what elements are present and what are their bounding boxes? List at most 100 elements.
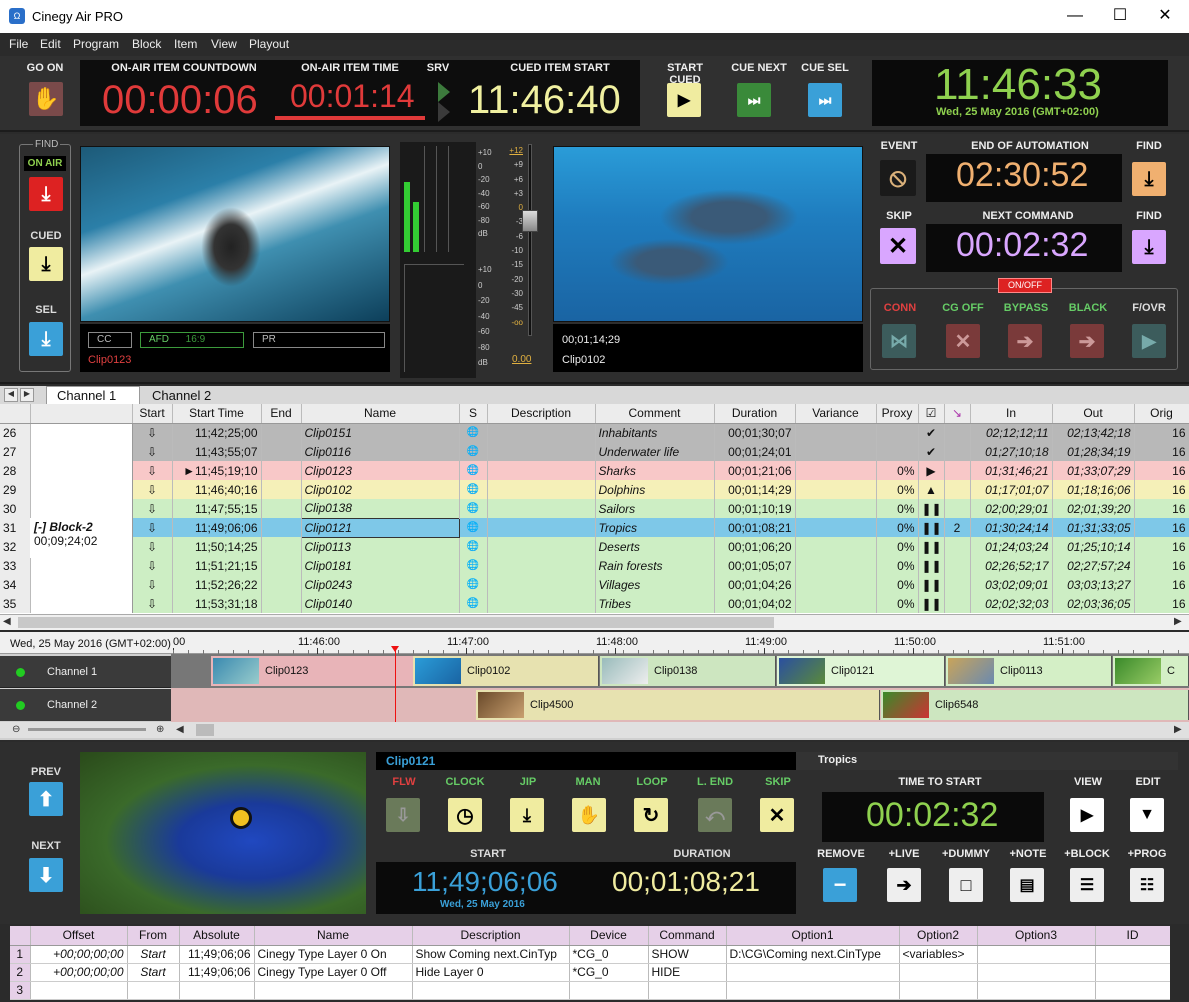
col-header-end[interactable]: End (261, 404, 302, 424)
cell-arrow[interactable] (944, 480, 971, 499)
onoff-button[interactable]: ON/OFF (998, 278, 1052, 293)
timeline-scroll-right-icon[interactable]: ▶ (1174, 724, 1182, 735)
command-cell[interactable]: Cinegy Type Layer 0 On (254, 945, 413, 964)
table-row[interactable]: 29 ⇩ 11;46;40;16 Clip0102 🌐 Dolphins 00;01;14;… (0, 480, 1189, 499)
cell-variance[interactable] (795, 537, 877, 556)
command-cell[interactable]: D:\CG\Coming next.CinType (726, 945, 900, 964)
command-cell[interactable]: Start (127, 963, 180, 982)
cell-block[interactable] (30, 594, 133, 613)
command-cell[interactable] (899, 963, 978, 982)
cell-description[interactable] (487, 575, 596, 594)
cell-description[interactable] (487, 594, 596, 613)
col-header-out[interactable]: Out (1052, 404, 1135, 424)
cell-out[interactable]: 02;01;39;20 (1052, 499, 1135, 518)
table-row[interactable]: 32 ⇩ 11;50;14;25 Clip0113 🌐 Deserts 00;01;06;2… (0, 537, 1189, 556)
cell-comment[interactable]: Tropics (595, 518, 715, 537)
cell-orig[interactable]: 16 (1134, 461, 1189, 480)
event-button[interactable]: ⦸ (880, 160, 916, 196)
cell-description[interactable] (487, 537, 596, 556)
cell-start-time[interactable]: 11;51;21;15 (172, 556, 262, 575)
menu-program[interactable]: Program (73, 37, 119, 51)
command-cell[interactable]: 2 (10, 963, 31, 982)
cell-start[interactable]: ⇩ (132, 423, 173, 442)
cell-check[interactable]: ❚❚ (918, 575, 945, 594)
globe-icon[interactable]: 🌐 (459, 556, 488, 575)
cell-variance[interactable] (795, 499, 877, 518)
cue-sel-button[interactable]: ⏭ (808, 83, 842, 117)
table-row[interactable]: 30 ⇩ 11;47;55;15 Clip0138 🌐 Sailors 00;01;10;1… (0, 499, 1189, 518)
add-block-button[interactable]: ☰ (1070, 868, 1104, 902)
add-dummy-button[interactable]: □ (949, 868, 983, 902)
cell-duration[interactable]: 00;01;24;01 (714, 442, 796, 461)
cell-arrow[interactable] (944, 537, 971, 556)
cell-end[interactable] (261, 575, 302, 594)
col-header-arrow-icon[interactable]: ↘ (944, 404, 971, 424)
cmd-col-option3[interactable]: Option3 (977, 926, 1096, 946)
command-cell[interactable] (1095, 981, 1170, 1000)
cell-proxy[interactable]: 0% (876, 499, 919, 518)
next-button[interactable]: ⬇ (29, 858, 63, 892)
add-note-button[interactable]: ▤ (1010, 868, 1044, 902)
globe-icon[interactable]: 🌐 (459, 423, 488, 442)
cell-duration[interactable]: 00;01;21;06 (714, 461, 796, 480)
col-header-orig[interactable]: Orig (1134, 404, 1189, 424)
fader-handle[interactable] (522, 210, 538, 232)
cell-start[interactable]: ⇩ (132, 537, 173, 556)
cell-start-time[interactable]: 11;42;25;00 (172, 423, 262, 442)
lend-button[interactable]: ⤺ (698, 798, 732, 832)
cell-check[interactable]: ❚❚ (918, 518, 945, 537)
command-cell[interactable]: 1 (10, 945, 31, 964)
add-live-button[interactable]: ➔ (887, 868, 921, 902)
cell-comment[interactable]: Sailors (595, 499, 715, 518)
command-cell[interactable]: +00;00;00;00 (30, 945, 128, 964)
cell-out[interactable]: 01;31;33;05 (1052, 518, 1135, 537)
globe-icon[interactable]: 🌐 (459, 442, 488, 461)
remove-button[interactable]: − (823, 868, 857, 902)
cmd-col-from[interactable]: From (127, 926, 180, 946)
command-cell[interactable] (726, 981, 900, 1000)
command-row[interactable]: 2 +00;00;00;00 Start 11;49;06;06 Cinegy Type… (10, 963, 1170, 982)
command-cell[interactable] (977, 963, 1096, 982)
loop-button[interactable]: ↻ (634, 798, 668, 832)
cell-block[interactable] (30, 575, 133, 594)
table-row[interactable]: 28 ⇩ ►11;45;19;10 Clip0123 🌐 Sharks 00;01;21;0… (0, 461, 1189, 480)
cell-variance[interactable] (795, 442, 877, 461)
col-header-proxy[interactable]: Proxy (876, 404, 919, 424)
command-cell[interactable] (977, 945, 1096, 964)
menu-edit[interactable]: Edit (40, 37, 61, 51)
cell-start[interactable]: ⇩ (132, 575, 173, 594)
find-event-button[interactable]: ⤓ (1132, 162, 1166, 196)
cell-duration[interactable]: 00;01;06;20 (714, 537, 796, 556)
cell-row-number[interactable]: 29 (0, 480, 31, 499)
table-row[interactable]: 33 ⇩ 11;51;21;15 Clip0181 🌐 Rain forests 00;01… (0, 556, 1189, 575)
man-button[interactable]: ✋ (572, 798, 606, 832)
find-sel-button[interactable]: ⤓ (29, 322, 63, 356)
cell-arrow[interactable] (944, 556, 971, 575)
cell-variance[interactable] (795, 594, 877, 613)
cell-end[interactable] (261, 537, 302, 556)
cell-start[interactable]: ⇩ (132, 480, 173, 499)
cell-arrow[interactable] (944, 594, 971, 613)
cell-out[interactable]: 01;18;16;06 (1052, 480, 1135, 499)
cell-proxy[interactable]: 0% (876, 518, 919, 537)
skip-mode-button[interactable]: ✕ (760, 798, 794, 832)
col-header-name[interactable]: Name (301, 404, 460, 424)
command-cell[interactable] (977, 981, 1096, 1000)
cell-row-number[interactable]: 28 (0, 461, 31, 480)
globe-icon[interactable]: 🌐 (459, 518, 488, 537)
cell-end[interactable] (261, 423, 302, 442)
cell-comment[interactable]: Underwater life (595, 442, 715, 461)
cell-variance[interactable] (795, 423, 877, 442)
command-cell[interactable]: 11;49;06;06 (179, 963, 255, 982)
view-button[interactable]: ▶ (1070, 798, 1104, 832)
command-cell[interactable]: +00;00;00;00 (30, 963, 128, 982)
cell-variance[interactable] (795, 518, 877, 537)
cell-start-time[interactable]: 11;47;55;15 (172, 499, 262, 518)
command-row[interactable]: 3 (10, 981, 1170, 1000)
cell-comment[interactable]: Sharks (595, 461, 715, 480)
command-cell[interactable]: SHOW (648, 945, 727, 964)
cell-row-number[interactable]: 31 (0, 518, 31, 537)
command-cell[interactable]: <variables> (899, 945, 978, 964)
close-button[interactable]: ✕ (1142, 0, 1188, 33)
cell-name[interactable]: Clip0243 (301, 575, 460, 594)
